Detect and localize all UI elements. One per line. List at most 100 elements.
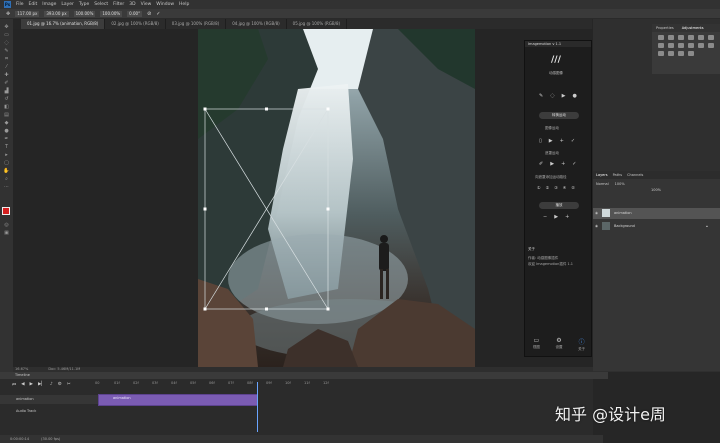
path-select-tool-icon[interactable]: ▸ [3, 153, 10, 158]
eye-icon[interactable]: ◉ [595, 221, 598, 232]
option-3-icon[interactable]: ③ [554, 185, 558, 190]
next-frame-icon[interactable]: ▶▏ [38, 382, 45, 388]
pen-tool-icon[interactable]: ✒ [3, 137, 10, 142]
commit-transform-icon[interactable]: ✓ [156, 11, 160, 17]
menu-help[interactable]: Help [179, 2, 189, 7]
menu-window[interactable]: Window [156, 2, 174, 7]
hand-tool-icon[interactable]: ✋ [3, 169, 10, 174]
height-field[interactable]: 100.00% [100, 10, 123, 17]
posterize-icon[interactable] [658, 51, 664, 56]
move-tool-icon[interactable]: ✥ [6, 11, 10, 17]
doc-tab[interactable]: 04.jpg @ 100% (RGB/8) [226, 19, 287, 29]
menu-image[interactable]: Image [42, 2, 56, 7]
nav-settings[interactable]: ⚙ 设置 [555, 337, 562, 352]
menu-view[interactable]: View [141, 2, 152, 7]
eyedropper-tool-icon[interactable]: ⁄ [3, 65, 10, 70]
doc-tab[interactable]: 01.jpg @ 16.7% (animation, RGB/8) [21, 19, 106, 29]
brightness-icon[interactable] [658, 35, 664, 40]
angle-field[interactable]: 0.00° [127, 10, 143, 17]
zoom-tool-icon[interactable]: ⌕ [3, 177, 10, 182]
hue-icon[interactable] [708, 35, 714, 40]
image-motion-check-icon[interactable]: ✓ [571, 138, 575, 144]
foreground-color-swatch[interactable] [2, 207, 10, 215]
doc-tab[interactable]: 05.jpg @ 100% (RGB/8) [287, 19, 348, 29]
dodge-tool-icon[interactable]: ● [3, 129, 10, 134]
prev-frame-icon[interactable]: ◀ [21, 382, 24, 388]
option-4-icon[interactable]: ④ [563, 185, 567, 190]
playback-play-icon[interactable]: ▶ [554, 214, 558, 220]
threshold-icon[interactable] [668, 51, 674, 56]
tab-layers[interactable]: Layers [596, 173, 608, 177]
healing-tool-icon[interactable]: ✚ [3, 73, 10, 78]
play-icon[interactable]: ▶ [562, 93, 566, 99]
menu-edit[interactable]: Edit [29, 2, 38, 7]
curves-icon[interactable] [678, 35, 684, 40]
crop-tool-icon[interactable]: ⌗ [3, 57, 10, 62]
blend-mode-select[interactable]: Normal [596, 182, 609, 186]
image-motion-add-icon[interactable]: + [560, 138, 564, 144]
shape-tool-icon[interactable]: ▢ [3, 161, 10, 166]
menu-filter[interactable]: Filter [113, 2, 124, 7]
marquee-tool-icon[interactable]: ▭ [3, 33, 10, 38]
layer-row[interactable]: ◉ animation [593, 208, 720, 219]
photo-filter-icon[interactable] [678, 43, 684, 48]
lasso-tool-icon[interactable]: ◌ [3, 41, 10, 46]
tab-paths[interactable]: Paths [613, 173, 623, 177]
track-animation[interactable]: animation [0, 395, 111, 404]
nav-about[interactable]: ⓘ 关于 [578, 337, 585, 352]
timeline-ruler[interactable]: 00 01f 02f 03f 04f 05f 06f 07f 08f 09f 1… [95, 381, 555, 389]
menu-file[interactable]: File [16, 2, 24, 7]
menu-3d[interactable]: 3D [129, 2, 135, 7]
color-balance-icon[interactable] [658, 43, 664, 48]
y-field[interactable]: 393.00 px [44, 10, 69, 17]
selective-color-icon[interactable] [688, 51, 694, 56]
tab-adjustments[interactable]: Adjustments [682, 26, 704, 30]
play-button[interactable]: 播放 [539, 202, 579, 209]
bw-icon[interactable] [668, 43, 674, 48]
lookup-icon[interactable] [698, 43, 704, 48]
brush-tool-icon[interactable]: ✐ [3, 81, 10, 86]
image-motion-play-icon[interactable]: ▶ [549, 138, 553, 144]
stamp-tool-icon[interactable]: ▟ [3, 89, 10, 94]
pen-icon[interactable]: ✎ [539, 93, 543, 99]
split-icon[interactable]: ✂ [67, 382, 71, 388]
plus-icon[interactable]: + [565, 214, 569, 220]
doc-tab[interactable]: 02.jpg @ 100% (RGB/8) [105, 19, 166, 29]
nav-view[interactable]: ▭ 视图 [533, 337, 540, 352]
animation-clip[interactable]: animation [98, 394, 258, 406]
mask-motion-add-icon[interactable]: + [561, 161, 565, 167]
more-tools-icon[interactable]: ⋯ [3, 185, 10, 190]
option-5-icon[interactable]: ⑤ [571, 185, 575, 190]
type-tool-icon[interactable]: T [3, 145, 10, 150]
menu-select[interactable]: Select [94, 2, 108, 7]
menu-type[interactable]: Type [79, 2, 89, 7]
track-audio[interactable]: Audio Track [0, 407, 111, 416]
screen-mode-icon[interactable]: ▣ [3, 231, 10, 236]
tab-channels[interactable]: Channels [627, 173, 643, 177]
doc-tab[interactable]: 03.jpg @ 100% (RGB/8) [166, 19, 227, 29]
fill-value[interactable]: 100% [651, 188, 661, 192]
invert-icon[interactable] [708, 43, 714, 48]
minus-icon[interactable]: − [543, 214, 547, 220]
blur-tool-icon[interactable]: ◆ [3, 121, 10, 126]
mask-motion-check-icon[interactable]: ✓ [572, 161, 576, 167]
eye-icon[interactable]: ◉ [595, 208, 598, 219]
history-brush-tool-icon[interactable]: ↺ [3, 97, 10, 102]
exposure-icon[interactable] [688, 35, 694, 40]
tab-properties[interactable]: Properties [656, 26, 674, 30]
opacity-value[interactable]: 100% [615, 182, 625, 186]
convert-motion-button[interactable]: 转换运动 [539, 112, 579, 119]
channel-mixer-icon[interactable] [688, 43, 694, 48]
levels-icon[interactable] [668, 35, 674, 40]
gradient-map-icon[interactable] [678, 51, 684, 56]
layer-row[interactable]: ◉ Background 🔒︎ [593, 221, 720, 232]
cancel-transform-icon[interactable]: ⊘ [147, 11, 151, 17]
quick-mask-icon[interactable]: ◎ [3, 223, 10, 228]
option-1-icon[interactable]: ① [537, 185, 541, 190]
image-motion-icon[interactable]: ▯ [539, 138, 542, 144]
mask-motion-brush-icon[interactable]: ✐ [539, 161, 543, 167]
menu-layer[interactable]: Layer [61, 2, 74, 7]
option-2-icon[interactable]: ② [546, 185, 550, 190]
mask-motion-play-icon[interactable]: ▶ [550, 161, 554, 167]
color-ring-icon[interactable]: ◌ [550, 93, 554, 99]
